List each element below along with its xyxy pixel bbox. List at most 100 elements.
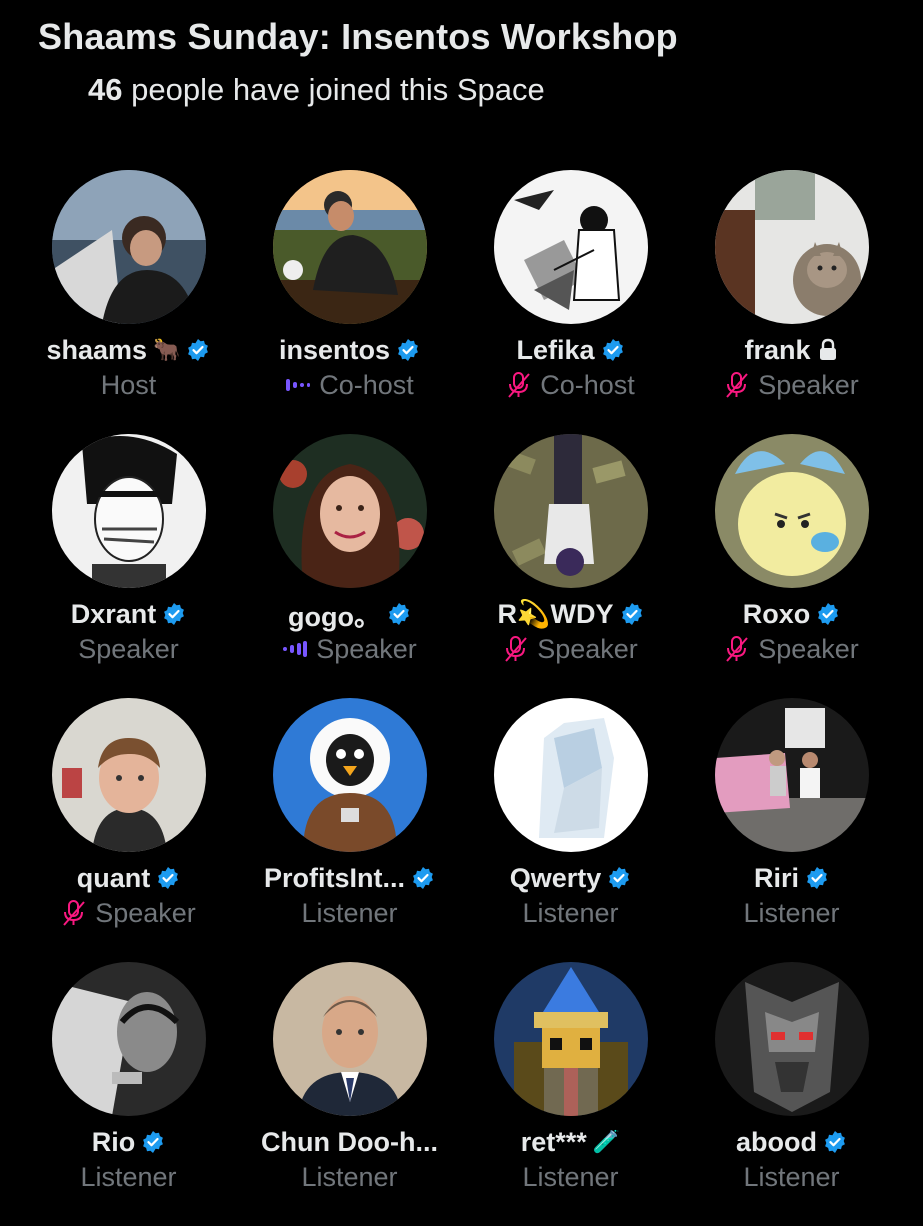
verified-badge-icon <box>825 1131 845 1153</box>
avatar-image <box>714 434 869 588</box>
avatar-image <box>493 698 648 852</box>
participant-card[interactable]: Chun Doo-h... Listener <box>239 962 460 1226</box>
avatar[interactable] <box>272 170 427 324</box>
avatar-image <box>714 698 869 852</box>
participant-card[interactable]: gogo。 Speaker <box>239 434 460 698</box>
participant-role: Listener <box>743 897 840 928</box>
avatar[interactable] <box>493 962 648 1116</box>
participant-name: Roxo <box>742 598 811 629</box>
participant-card[interactable]: R💫WDY Speaker <box>460 434 681 698</box>
participant-role: Co-host <box>319 369 414 400</box>
count-number: 46 <box>88 72 123 107</box>
participant-name: abood <box>736 1126 817 1157</box>
participant-card[interactable]: Roxo Speaker <box>681 434 902 698</box>
participant-card[interactable]: abood Listener <box>681 962 902 1226</box>
verified-badge-icon <box>143 1131 164 1153</box>
participant-name: Qwerty <box>509 862 602 893</box>
microphone-muted-icon <box>726 372 748 398</box>
verified-badge-icon <box>164 603 185 625</box>
avatar-image <box>714 962 869 1116</box>
participant-name: Riri <box>753 862 799 893</box>
verified-badge-icon <box>158 867 179 889</box>
avatar[interactable] <box>493 434 648 588</box>
participant-name: frank <box>744 334 811 365</box>
verified-badge-icon <box>807 867 827 889</box>
participant-card[interactable]: Lefika Co-host <box>460 170 681 434</box>
participant-role: Listener <box>80 1161 177 1192</box>
participant-role: Speaker <box>95 897 196 928</box>
verified-badge-icon <box>609 867 630 889</box>
avatar[interactable] <box>714 962 869 1116</box>
participant-name: ret*** <box>520 1126 587 1157</box>
participant-role: Speaker <box>758 633 859 664</box>
participant-name: Chun Doo-h... <box>261 1126 438 1157</box>
participant-role: Speaker <box>316 633 417 664</box>
avatar[interactable] <box>493 170 648 324</box>
participant-card[interactable]: Rio Listener <box>18 962 239 1226</box>
avatar[interactable] <box>714 434 869 588</box>
participant-name: shaams <box>46 334 148 365</box>
microphone-muted-icon <box>63 900 85 926</box>
verified-badge-icon <box>602 339 623 361</box>
avatar-image <box>272 698 427 852</box>
participant-card[interactable]: ProfitsInt... Listener <box>239 698 460 962</box>
participant-card[interactable]: quant Speaker <box>18 698 239 962</box>
avatar-image <box>493 170 648 324</box>
avatar[interactable] <box>493 698 648 852</box>
verified-badge-icon <box>621 603 642 625</box>
participant-name: Lefika <box>516 334 595 365</box>
participant-role: Listener <box>301 897 398 928</box>
avatar-image <box>272 962 427 1116</box>
participant-card[interactable]: insentos Co-host <box>239 170 460 434</box>
participant-card[interactable]: ret*** 🧪 Listener <box>460 962 681 1226</box>
avatar[interactable] <box>272 962 427 1116</box>
avatar[interactable] <box>272 698 427 852</box>
participant-name: quant <box>76 862 151 893</box>
avatar[interactable] <box>51 434 206 588</box>
verified-badge-icon <box>398 339 418 361</box>
avatar-image <box>714 170 869 324</box>
participant-name: R💫WDY <box>497 599 614 629</box>
avatar[interactable] <box>714 170 869 324</box>
participant-role: Listener <box>743 1161 840 1192</box>
participant-card[interactable]: Dxrant Speaker <box>18 434 239 698</box>
participant-role: Co-host <box>540 369 635 400</box>
participant-role: Listener <box>301 1161 398 1192</box>
participant-role: Speaker <box>537 633 638 664</box>
avatar-image <box>272 434 427 588</box>
avatar-image <box>493 434 648 588</box>
speaking-indicator-icon <box>283 641 308 657</box>
participant-name: Dxrant <box>70 598 157 629</box>
participant-card[interactable]: shaams 🐂 Host <box>18 170 239 434</box>
count-text: people have joined this Space <box>131 72 545 107</box>
participant-name: Rio <box>91 1126 136 1157</box>
avatar-image <box>493 962 648 1116</box>
avatar[interactable] <box>272 434 427 588</box>
avatar[interactable] <box>51 170 206 324</box>
microphone-muted-icon <box>508 372 530 398</box>
speaking-indicator-icon <box>286 379 311 391</box>
participant-card[interactable]: frank Speaker <box>681 170 902 434</box>
space-title: Shaams Sunday: Insentos Workshop <box>38 16 678 57</box>
avatar[interactable] <box>51 698 206 852</box>
participant-card[interactable]: Qwerty Listener <box>460 698 681 962</box>
participant-role: Speaker <box>758 369 859 400</box>
avatar[interactable] <box>714 698 869 852</box>
participant-name: ProfitsInt... <box>264 862 405 893</box>
ox-emoji: 🐂 <box>153 337 181 362</box>
participant-role: Speaker <box>78 633 179 664</box>
participant-grid: shaams 🐂 Host insentos Co-host Lefika Co… <box>18 170 905 1226</box>
participant-name: insentos <box>278 334 391 365</box>
participant-name: gogo。 <box>288 601 381 632</box>
avatar-image <box>51 698 206 852</box>
avatar-image <box>51 434 206 588</box>
verified-badge-icon <box>818 603 839 625</box>
lock-icon <box>819 338 836 360</box>
microphone-muted-icon <box>726 636 748 662</box>
participant-role: Listener <box>522 1161 619 1192</box>
test-tube-emoji: 🧪 <box>592 1129 621 1154</box>
participant-card[interactable]: Riri Listener <box>681 698 902 962</box>
avatar-image <box>51 962 206 1116</box>
avatar[interactable] <box>51 962 206 1116</box>
avatar-image <box>51 170 206 324</box>
